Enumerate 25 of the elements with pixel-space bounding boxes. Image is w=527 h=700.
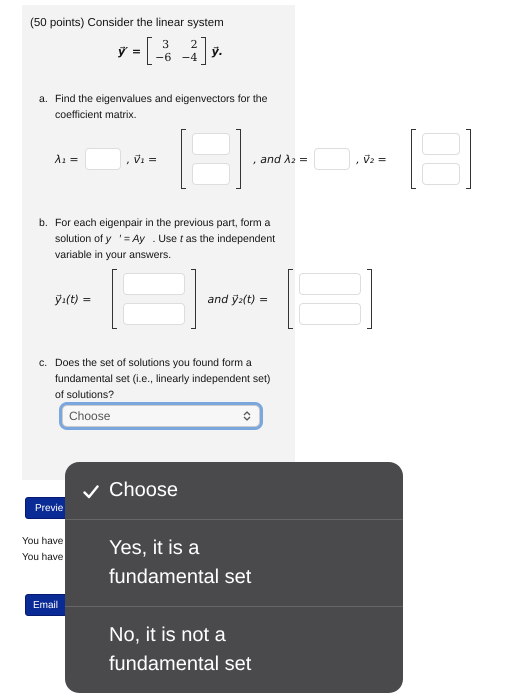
matrix-entry: 2 <box>190 38 198 51</box>
menu-option[interactable]: Yes, it is a fundamental set <box>65 519 403 606</box>
answer-label: , v⃗₁ = <box>126 152 158 166</box>
part-question: Does the set of solutions you found form a fundamental set (i.e., linearly independent set) of solutions? <box>55 356 272 403</box>
status-message: You have <box>22 535 64 549</box>
problem-title: (50 points) Consider the linear system <box>30 17 225 29</box>
status-message: You have <box>22 551 64 565</box>
part-label: c. <box>39 356 48 371</box>
answer-label: , v⃗₂ = <box>356 152 387 166</box>
equation-rhs: y⃗. <box>212 44 223 58</box>
part-label: a. <box>39 92 49 107</box>
menu-option[interactable]: No, it is not a fundamental set <box>65 606 403 693</box>
matrix-entry: −6 <box>155 51 172 64</box>
part-label: b. <box>39 216 49 231</box>
menu-option[interactable]: Choose <box>65 462 403 519</box>
answer-dropdown[interactable]: Choose <box>62 405 260 427</box>
part-question: For each eigenpair in the previous part, form a solution of y⃗′ = Ay⃗. Use t as the independent variable in your answers. <box>55 216 276 263</box>
matrix-entry: 3 <box>161 38 170 51</box>
answer-label: , and λ₂ = <box>253 152 308 166</box>
matrix-entry: −4 <box>181 51 198 64</box>
answer-label: y⃗₁(t) = <box>55 292 92 306</box>
answer-label: λ₁ = <box>55 152 79 166</box>
answer-label: and y⃗₂(t) = <box>208 292 268 306</box>
equation-lhs: y⃗′ = <box>118 44 142 58</box>
part-question: Find the eigenvalues and eigenvectors for the coefficient matrix. <box>55 92 268 123</box>
